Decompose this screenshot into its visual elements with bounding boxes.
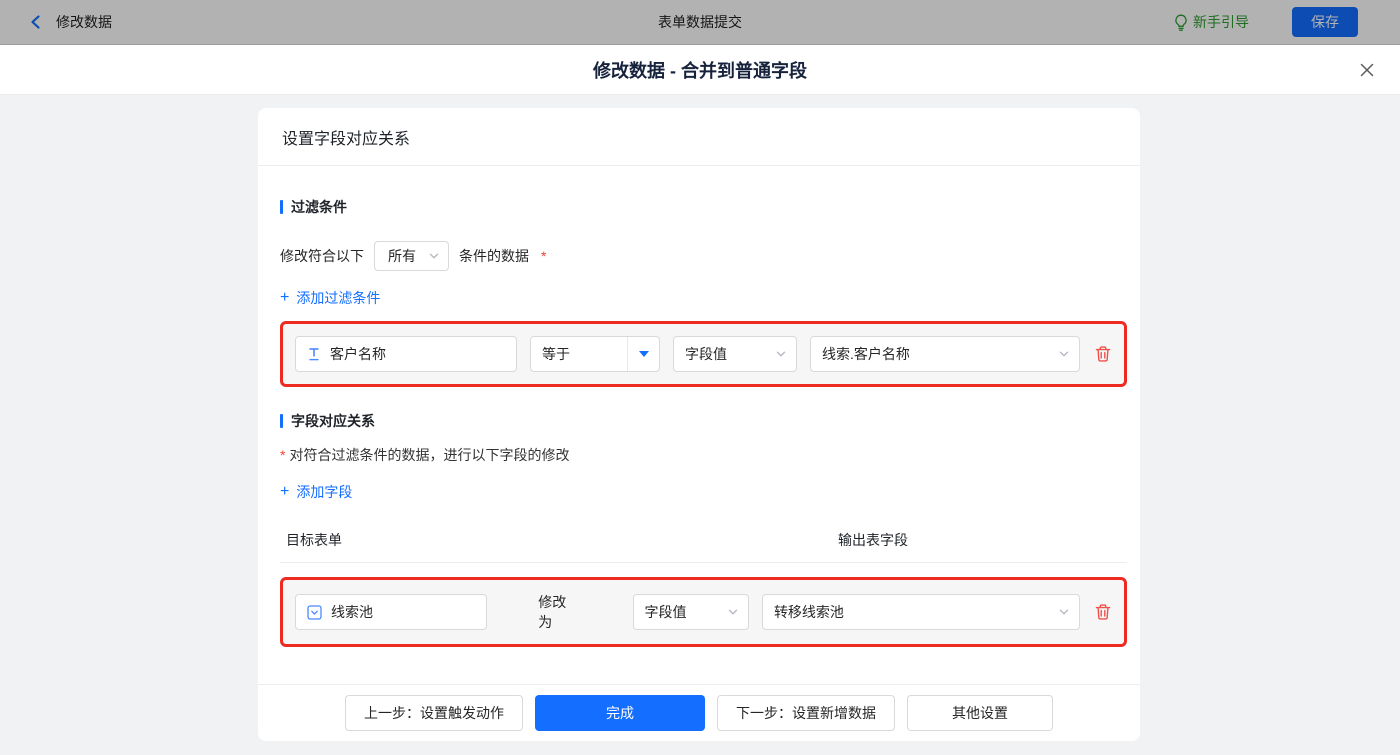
add-field-link[interactable]: + 添加字段 [280, 482, 352, 502]
chevron-down-icon [727, 606, 739, 618]
filter-value-type-value: 字段值 [685, 346, 727, 362]
mapping-value-type-value: 字段值 [644, 604, 687, 620]
mapping-section-title: 字段对应关系 [280, 411, 1127, 431]
condition-prefix: 修改符合以下 [280, 248, 364, 264]
column-header-output-field: 输出表字段 [838, 532, 908, 548]
delete-filter-button[interactable] [1094, 345, 1112, 363]
condition-mode-select[interactable]: 所有 [374, 241, 449, 271]
chevron-down-icon [428, 250, 440, 262]
beginner-guide-label: 新手引导 [1193, 14, 1249, 30]
text-field-icon [307, 347, 321, 361]
condition-row: 修改符合以下 所有 条件的数据 * [280, 241, 1127, 271]
column-divider [280, 562, 1127, 563]
filter-section-label: 过滤条件 [291, 199, 347, 215]
mapping-section-label: 字段对应关系 [291, 413, 375, 429]
topbar-title: 表单数据提交 [658, 14, 742, 30]
filter-operator-select[interactable]: 等于 [530, 336, 660, 372]
plus-icon: + [280, 289, 290, 306]
topbar: 修改数据 表单数据提交 新手引导 保存 [0, 0, 1400, 45]
filter-field-value: 客户名称 [330, 346, 386, 362]
condition-suffix: 条件的数据 [459, 248, 529, 264]
panel-footer: 上一步：设置触发动作 完成 下一步：设置新增数据 其他设置 [258, 684, 1140, 741]
prev-step-button[interactable]: 上一步：设置触发动作 [345, 695, 523, 731]
delete-mapping-button[interactable] [1094, 603, 1112, 621]
chevron-down-icon [775, 348, 787, 360]
mapping-description: * 对符合过滤条件的数据，进行以下字段的修改 [280, 445, 1127, 465]
filter-value-type-select[interactable]: 字段值 [673, 336, 797, 372]
condition-mode-value: 所有 [388, 248, 416, 264]
required-mark: * [280, 447, 286, 463]
mapping-value-type-select[interactable]: 字段值 [632, 594, 749, 630]
filter-value-value: 线索.客户名称 [822, 346, 910, 362]
add-filter-condition-label: 添加过滤条件 [296, 290, 381, 306]
filter-condition-row: 客户名称 等于 字段值 线索.客户名称 [280, 321, 1127, 387]
chevron-left-icon [28, 14, 44, 30]
filter-section-title: 过滤条件 [280, 197, 1127, 217]
mapping-row: 线索池 修改为 字段值 转移线索池 [280, 577, 1127, 647]
other-settings-button[interactable]: 其他设置 [907, 695, 1053, 731]
modal-title: 修改数据 - 合并到普通字段 [593, 60, 807, 81]
filter-field-input[interactable]: 客户名称 [295, 336, 517, 372]
modal-header: 修改数据 - 合并到普通字段 [0, 45, 1400, 95]
modify-to-label: 修改为 [538, 594, 567, 630]
settings-panel: 设置字段对应关系 过滤条件 修改符合以下 所有 条件的数据 * + 添加过滤条件… [258, 108, 1140, 741]
mapping-field-value: 线索池 [331, 604, 373, 620]
filter-operator-value: 等于 [542, 346, 570, 362]
column-header-target-form: 目标表单 [286, 532, 342, 548]
panel-title: 设置字段对应关系 [258, 108, 1140, 166]
mapping-value-select[interactable]: 转移线索池 [761, 594, 1080, 630]
trash-icon [1094, 345, 1112, 363]
done-button[interactable]: 完成 [535, 695, 705, 731]
mapping-description-text: 对符合过滤条件的数据，进行以下字段的修改 [289, 447, 570, 463]
mapping-column-headers: 目标表单 输出表字段 [280, 530, 1127, 550]
back-button[interactable]: 修改数据 [28, 12, 112, 32]
mapping-field-input[interactable]: 线索池 [295, 594, 488, 630]
chevron-down-icon [1058, 606, 1070, 618]
add-filter-condition-link[interactable]: + 添加过滤条件 [280, 288, 380, 308]
beginner-guide-link[interactable]: 新手引导 [1174, 12, 1249, 32]
modal: 修改数据 - 合并到普通字段 设置字段对应关系 过滤条件 修改符合以下 所有 条… [0, 45, 1400, 755]
save-button[interactable]: 保存 [1292, 7, 1358, 37]
next-step-button[interactable]: 下一步：设置新增数据 [717, 695, 895, 731]
back-label: 修改数据 [56, 14, 112, 30]
trash-icon [1094, 603, 1112, 621]
dropdown-field-icon [307, 604, 322, 620]
lightbulb-icon [1174, 14, 1188, 31]
section-marker [280, 200, 283, 214]
add-field-label: 添加字段 [296, 484, 353, 500]
required-mark: * [541, 248, 547, 264]
caret-down-icon[interactable] [627, 337, 659, 371]
mapping-value-value: 转移线索池 [773, 604, 844, 620]
section-marker [280, 414, 283, 428]
close-icon[interactable] [1359, 62, 1375, 78]
filter-value-select[interactable]: 线索.客户名称 [810, 336, 1080, 372]
plus-icon: + [280, 483, 290, 500]
chevron-down-icon [1058, 348, 1070, 360]
